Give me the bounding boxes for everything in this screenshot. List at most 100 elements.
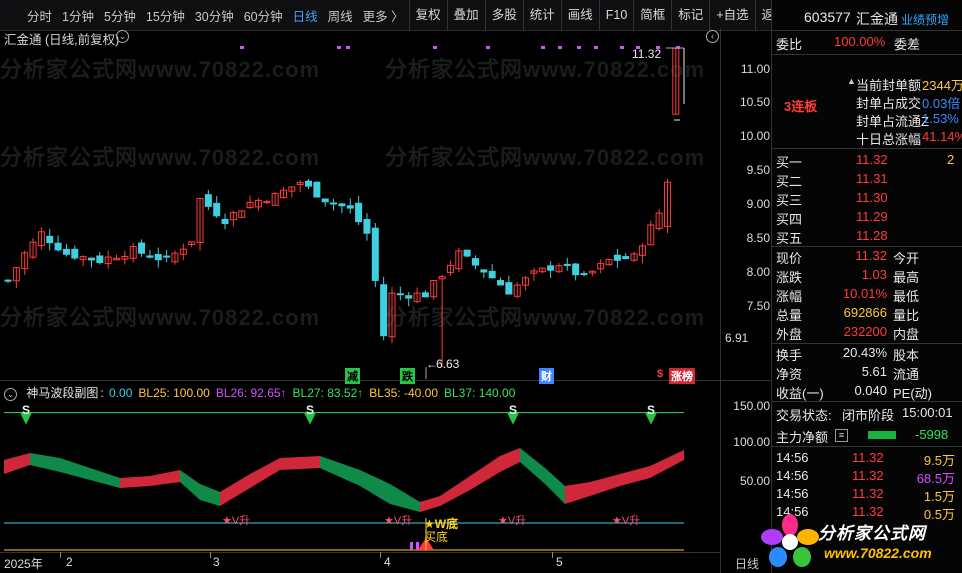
toolbar-button[interactable]: F10: [598, 0, 634, 30]
indicator-tick: 50.00: [739, 474, 770, 488]
candle: [455, 248, 463, 273]
candle: [497, 277, 505, 286]
candle-body: [4, 279, 12, 282]
candle-body: [572, 263, 580, 276]
toolbar-button[interactable]: 标记: [671, 0, 709, 30]
low-arrow-icon: ←: [426, 357, 438, 371]
bid-label: 买一: [776, 155, 803, 170]
candle: [313, 181, 321, 198]
seal-row: 封单占成交 0.03倍: [772, 93, 962, 111]
toolbar-button[interactable]: +自选: [709, 0, 754, 30]
toolbar-button[interactable]: 叠加: [446, 0, 485, 30]
period-tab[interactable]: 15分钟: [141, 6, 190, 25]
bid-row[interactable]: 买五 11.28: [772, 228, 962, 246]
trend-band-segment: [250, 458, 280, 488]
signal-dot: [240, 46, 244, 49]
candle: [171, 250, 179, 265]
candle-body: [330, 202, 338, 205]
period-tab[interactable]: 日线: [288, 6, 323, 25]
candle: [538, 267, 546, 274]
price-tick: 6.91: [725, 331, 749, 345]
list-icon[interactable]: ≡: [835, 429, 848, 442]
chevron-down-icon[interactable]: ⌄: [116, 30, 129, 43]
period-tab[interactable]: 更多 〉: [358, 6, 409, 25]
signal-dot: [577, 46, 581, 49]
toolbar-button[interactable]: 统计: [522, 0, 561, 30]
trade-status: 闭市阶段: [842, 408, 895, 423]
low-price-label: 6.63: [436, 357, 460, 371]
signal-dot: [433, 46, 437, 49]
candle: [663, 178, 671, 234]
toolbar-button[interactable]: 多股: [484, 0, 523, 30]
stock-tag[interactable]: 业绩预增: [901, 11, 949, 28]
bid-row[interactable]: 买二 11.31: [772, 171, 962, 189]
candle-body: [346, 205, 354, 209]
candle: [672, 47, 680, 115]
toolbar-button[interactable]: 画线: [560, 0, 599, 30]
indicator-chart[interactable]: [0, 398, 720, 558]
date-tick: 4: [384, 555, 391, 569]
stat-value: 5.61: [861, 364, 887, 379]
site-logo: 分析家公式网 www.70822.com: [760, 513, 960, 571]
trend-band-segment: [520, 448, 545, 484]
bid-vol: 2: [947, 152, 955, 167]
candle: [254, 198, 262, 211]
period-tab[interactable]: 5分钟: [99, 6, 141, 25]
candle: [288, 186, 296, 198]
bid-row[interactable]: 买一 11.32 2: [772, 152, 962, 170]
candlestick-chart[interactable]: [0, 44, 720, 379]
candle: [480, 269, 488, 279]
candle: [597, 259, 605, 274]
period-tab[interactable]: 周线: [323, 6, 358, 25]
stat-row: 总量 692866 量比: [772, 305, 962, 323]
stat-label: 量比: [893, 308, 920, 323]
candle-body: [380, 284, 388, 337]
period-tab[interactable]: 分时: [22, 6, 57, 25]
bid-row[interactable]: 买四 11.29: [772, 209, 962, 227]
trend-band-segment: [620, 466, 650, 486]
candle: [380, 276, 388, 341]
candle: [605, 258, 613, 266]
main-flow-value: -5998: [915, 427, 949, 442]
signal-reduce-tag: 减: [345, 368, 360, 384]
candle: [655, 209, 663, 231]
candle-body: [71, 248, 79, 259]
candle-body: [154, 254, 162, 261]
toolbar-button[interactable]: 复权: [408, 0, 447, 30]
candle-body: [263, 201, 271, 204]
candle: [446, 260, 454, 276]
stat-row: 涨跌 1.03 最高: [772, 267, 962, 285]
candle: [246, 195, 254, 209]
collapse-icon[interactable]: ▲: [847, 76, 856, 86]
candle: [346, 198, 354, 214]
period-tab[interactable]: 1分钟: [57, 6, 99, 25]
period-toolbar: 分时 1分钟 5分钟 15分钟 30分钟 60分钟 日线 周线 更多 〉 复权 叠加 多股 统计 画线 F…: [0, 0, 787, 31]
tick-volume: 68.5万: [916, 471, 955, 486]
candle-body: [96, 255, 104, 264]
date-tick-mark: [380, 552, 381, 558]
bid-row[interactable]: 买三 11.30: [772, 190, 962, 208]
price-tick: 9.00: [746, 197, 770, 211]
stat-value: 10.01%: [842, 286, 887, 301]
stat-label: 换手: [776, 348, 803, 363]
seal-label: 当前封单额: [856, 78, 922, 93]
divider: [771, 246, 962, 247]
candle-body: [355, 202, 363, 223]
trade-status-label: 交易状态:: [776, 408, 832, 423]
trend-band-segment: [440, 476, 470, 506]
tick-price: 11.32: [852, 486, 884, 501]
period-tab[interactable]: 60分钟: [239, 6, 288, 25]
stock-code: 603577: [804, 9, 851, 25]
v-rise-marker: ★V升: [612, 515, 641, 527]
stat-row: 现价 11.32 今开: [772, 248, 962, 266]
candle-body: [622, 256, 630, 260]
tick-time: 14:56: [776, 468, 809, 483]
date-tick: 5: [556, 555, 563, 569]
expand-icon[interactable]: ‹: [706, 30, 719, 43]
toolbar-button[interactable]: 简框: [633, 0, 671, 30]
trend-band-segment: [220, 474, 250, 506]
signal-bar: [416, 542, 419, 550]
price-tick: 8.00: [746, 265, 770, 279]
period-tab[interactable]: 30分钟: [190, 6, 239, 25]
toolbar-buttons: 复权叠加多股统计画线F10简框标记+自选返回: [408, 0, 793, 30]
